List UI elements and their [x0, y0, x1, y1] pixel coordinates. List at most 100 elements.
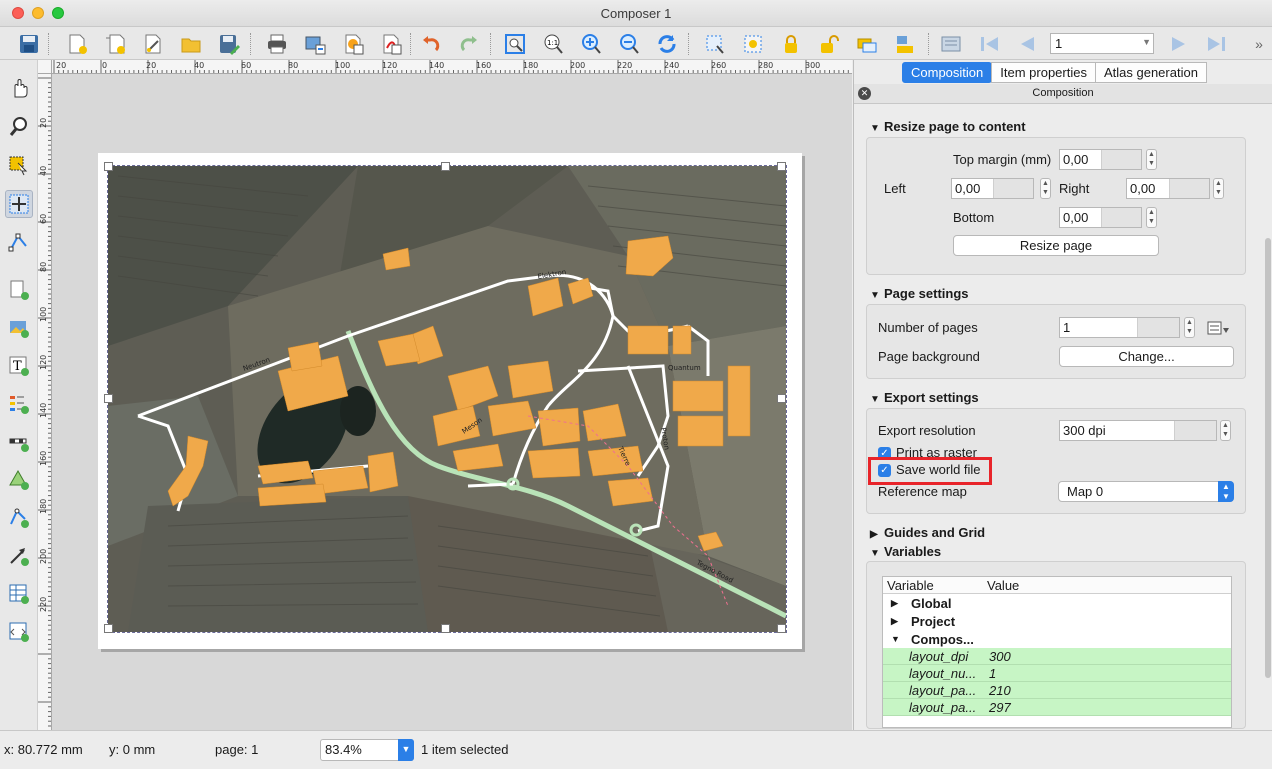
expand-arrow-icon[interactable]: ▶ [891, 598, 898, 609]
top-margin-stepper[interactable]: ▲ ▼ [1146, 149, 1157, 170]
add-shape-icon[interactable] [5, 466, 33, 494]
page-settings-header[interactable]: ▼ Page settings [870, 286, 969, 301]
pan-icon[interactable] [5, 74, 33, 102]
export-pdf-icon[interactable] [378, 31, 404, 57]
add-map-icon[interactable] [5, 276, 33, 304]
variable-group-project[interactable]: ▶ Project [883, 613, 1231, 630]
undo-icon[interactable] [418, 31, 444, 57]
zoom-in-icon[interactable] [578, 31, 604, 57]
number-of-pages-stepper[interactable]: ▲ ▼ [1184, 317, 1195, 338]
table-row[interactable]: layout_nu... 1 [883, 665, 1231, 682]
scrollbar-thumb[interactable] [1265, 238, 1271, 678]
add-node-item-icon[interactable] [5, 504, 33, 532]
resize-handle[interactable] [441, 624, 450, 633]
export-image-icon[interactable] [302, 31, 328, 57]
add-label-icon[interactable]: T [5, 352, 33, 380]
next-feature-icon[interactable] [1166, 31, 1192, 57]
align-icon[interactable] [892, 31, 918, 57]
tab-composition[interactable]: Composition [902, 62, 993, 83]
add-attribute-table-icon[interactable] [5, 580, 33, 608]
resize-section-header[interactable]: ▼ Resize page to content [870, 119, 1026, 134]
redo-icon[interactable] [456, 31, 482, 57]
add-arrow-icon[interactable] [5, 542, 33, 570]
number-of-pages-input[interactable]: 1 [1059, 317, 1180, 338]
export-svg-icon[interactable] [340, 31, 366, 57]
expand-arrow-icon[interactable]: ▶ [891, 616, 898, 627]
reference-map-select[interactable]: Map 0 ▲ ▼ [1058, 481, 1234, 502]
export-resolution-value: 300 dpi [1063, 423, 1106, 438]
prev-feature-icon[interactable] [1014, 31, 1040, 57]
toolbar-overflow-icon[interactable]: » [1246, 31, 1272, 57]
composer-manager-icon[interactable] [140, 31, 166, 57]
table-row[interactable]: layout_dpi 300 [883, 648, 1231, 665]
close-icon[interactable]: ✕ [858, 87, 871, 100]
edit-nodes-icon[interactable] [5, 228, 33, 256]
last-feature-icon[interactable] [1204, 31, 1230, 57]
chevron-down-icon[interactable]: ▼ [1142, 37, 1151, 47]
collapse-arrow-icon[interactable]: ▼ [891, 634, 900, 644]
resize-page-button[interactable]: Resize page [953, 235, 1159, 256]
unlock-icon[interactable] [816, 31, 842, 57]
print-icon[interactable] [264, 31, 290, 57]
atlas-page-input[interactable]: 1 ▼ [1050, 33, 1154, 54]
right-margin-stepper[interactable]: ▲ ▼ [1213, 178, 1224, 199]
resize-handle[interactable] [104, 394, 113, 403]
left-margin-stepper[interactable]: ▲ ▼ [1040, 178, 1051, 199]
map-item[interactable]: Elektron Neutron Quantum Meson Proton Ti… [107, 165, 787, 633]
save-template-icon[interactable] [216, 31, 242, 57]
add-scalebar-icon[interactable] [5, 428, 33, 456]
panel-scrollbar[interactable] [1264, 106, 1272, 728]
variable-group-global[interactable]: ▶ Global [883, 595, 1231, 612]
duplicate-composer-icon[interactable] [102, 31, 128, 57]
composer-page[interactable]: Elektron Neutron Quantum Meson Proton Ti… [98, 153, 802, 649]
deselect-icon[interactable] [740, 31, 766, 57]
resize-handle[interactable] [104, 624, 113, 633]
column-header-value[interactable]: Value [987, 578, 1019, 593]
add-legend-icon[interactable] [5, 390, 33, 418]
zoom-full-icon[interactable] [502, 31, 528, 57]
refresh-icon[interactable] [654, 31, 680, 57]
export-settings-header[interactable]: ▼ Export settings [870, 390, 979, 405]
add-image-icon[interactable] [5, 314, 33, 342]
open-template-icon[interactable] [178, 31, 204, 57]
guides-grid-header[interactable]: ▶ Guides and Grid [870, 525, 985, 540]
lock-icon[interactable] [778, 31, 804, 57]
resize-handle[interactable] [777, 162, 786, 171]
table-row[interactable]: layout_pa... 210 [883, 682, 1231, 699]
select-move-icon[interactable] [5, 152, 33, 180]
new-composer-icon[interactable] [64, 31, 90, 57]
zoom-select[interactable]: 83.4% ▼ [320, 739, 414, 761]
table-row[interactable]: layout_pa... 297 [883, 699, 1231, 716]
export-resolution-input[interactable]: 300 dpi [1059, 420, 1217, 441]
variable-group-composition[interactable]: ▼ Compos... [883, 631, 1231, 648]
right-margin-input[interactable]: 0,00 [1126, 178, 1210, 199]
tab-atlas-generation[interactable]: Atlas generation [1094, 62, 1207, 83]
top-margin-input[interactable]: 0,00 [1059, 149, 1142, 170]
atlas-preview-icon[interactable] [938, 31, 964, 57]
composer-canvas[interactable]: Elektron Neutron Quantum Meson Proton Ti… [52, 74, 852, 730]
column-header-variable[interactable]: Variable [887, 578, 934, 593]
variables-header[interactable]: ▼ Variables [870, 544, 941, 559]
raise-icon[interactable] [854, 31, 880, 57]
export-resolution-stepper[interactable]: ▲ ▼ [1220, 420, 1231, 441]
variables-table[interactable]: Variable Value ▶ Global ▶ Project ▼ Comp… [882, 576, 1232, 728]
bottom-margin-input[interactable]: 0,00 [1059, 207, 1142, 228]
resize-handle[interactable] [777, 624, 786, 633]
save-icon[interactable] [16, 31, 42, 57]
first-feature-icon[interactable] [976, 31, 1002, 57]
zoom-out-icon[interactable] [616, 31, 642, 57]
bottom-margin-stepper[interactable]: ▲ ▼ [1146, 207, 1157, 228]
add-html-frame-icon[interactable] [5, 618, 33, 646]
tab-item-properties[interactable]: Item properties [991, 62, 1096, 83]
select-icon[interactable] [702, 31, 728, 57]
zoom-actual-icon[interactable]: 1:1 [540, 31, 566, 57]
move-content-icon[interactable] [5, 190, 33, 218]
number-of-pages-label: Number of pages [878, 320, 978, 335]
resize-handle[interactable] [104, 162, 113, 171]
zoom-tool-icon[interactable] [5, 112, 33, 140]
data-defined-override-icon[interactable] [1206, 319, 1230, 340]
change-background-button[interactable]: Change... [1059, 346, 1234, 367]
left-margin-input[interactable]: 0,00 [951, 178, 1034, 199]
resize-handle[interactable] [777, 394, 786, 403]
resize-handle[interactable] [441, 162, 450, 171]
